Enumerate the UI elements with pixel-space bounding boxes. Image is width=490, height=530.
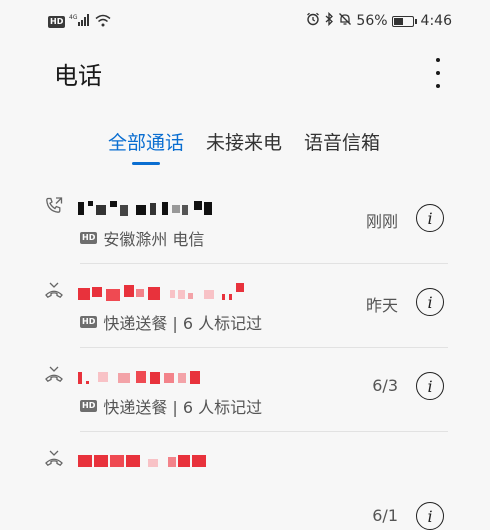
status-bar-left: HD 4G (48, 12, 111, 31)
call-details-button[interactable]: i (416, 502, 444, 530)
info-icon: i (427, 376, 433, 396)
more-dot-icon (436, 84, 440, 88)
call-time: 6/3 (372, 376, 398, 395)
tab-all-calls[interactable]: 全部通话 (108, 128, 184, 165)
more-dot-icon (436, 71, 440, 75)
call-time: 6/1 (372, 506, 398, 525)
missed-call-icon (44, 364, 64, 384)
bluetooth-icon (324, 11, 334, 30)
call-log-row[interactable]: HD 安徽滁州 电信 刚刚 i (0, 180, 490, 264)
call-tag: 快递送餐 | 6 人标记过 (103, 314, 263, 333)
clock: 4:46 (420, 13, 452, 29)
tab-missed-calls[interactable]: 未接来电 (206, 128, 282, 165)
info-icon: i (427, 208, 433, 228)
status-bar-right: 56% 4:46 (306, 11, 452, 30)
call-details-button[interactable]: i (416, 372, 444, 400)
masked-phone-number (78, 198, 218, 218)
call-log-row[interactable]: 6/1 i (0, 432, 490, 530)
call-details-button[interactable]: i (416, 204, 444, 232)
info-icon: i (427, 506, 433, 526)
call-subtitle: HD 快递送餐 | 6 人标记过 (80, 310, 262, 334)
call-location: 安徽滁州 电信 (103, 230, 205, 249)
hd-call-icon: HD (80, 316, 98, 328)
hd-voice-icon: HD (48, 15, 66, 28)
network-type: 4G (69, 14, 78, 21)
battery-icon (391, 15, 417, 27)
signal-icon: 4G (69, 12, 91, 31)
mute-bell-icon (338, 12, 352, 30)
call-time: 刚刚 (365, 212, 398, 231)
call-filter-tabs: 全部通话 未接来电 语音信箱 (108, 128, 380, 165)
battery-percent: 56% (356, 13, 388, 29)
alarm-icon (306, 12, 320, 30)
tab-voicemail[interactable]: 语音信箱 (304, 128, 380, 165)
call-details-button[interactable]: i (416, 288, 444, 316)
status-bar: HD 4G 56% 4:46 (0, 0, 490, 40)
more-dot-icon (436, 58, 440, 62)
call-log-list: HD 安徽滁州 电信 刚刚 i HD 快递送餐 | 6 人标记过 昨天 i HD… (0, 180, 490, 530)
page-title: 电话 (54, 62, 102, 90)
call-subtitle: HD 快递送餐 | 6 人标记过 (80, 394, 262, 418)
call-subtitle: HD 安徽滁州 电信 (80, 226, 204, 250)
call-tag: 快递送餐 | 6 人标记过 (103, 398, 263, 417)
wifi-icon (95, 12, 111, 31)
hd-call-icon: HD (80, 400, 98, 412)
outgoing-call-icon (44, 196, 64, 216)
call-time: 昨天 (365, 296, 398, 315)
info-icon: i (427, 292, 433, 312)
missed-call-icon (44, 280, 64, 300)
more-options-button[interactable] (428, 58, 448, 88)
hd-call-icon: HD (80, 232, 98, 244)
masked-phone-number (78, 282, 248, 302)
call-log-row[interactable]: HD 快递送餐 | 6 人标记过 6/3 i (0, 348, 490, 432)
missed-call-icon (44, 448, 64, 468)
masked-phone-number (78, 450, 218, 470)
masked-phone-number (78, 366, 218, 386)
call-log-row[interactable]: HD 快递送餐 | 6 人标记过 昨天 i (0, 264, 490, 348)
